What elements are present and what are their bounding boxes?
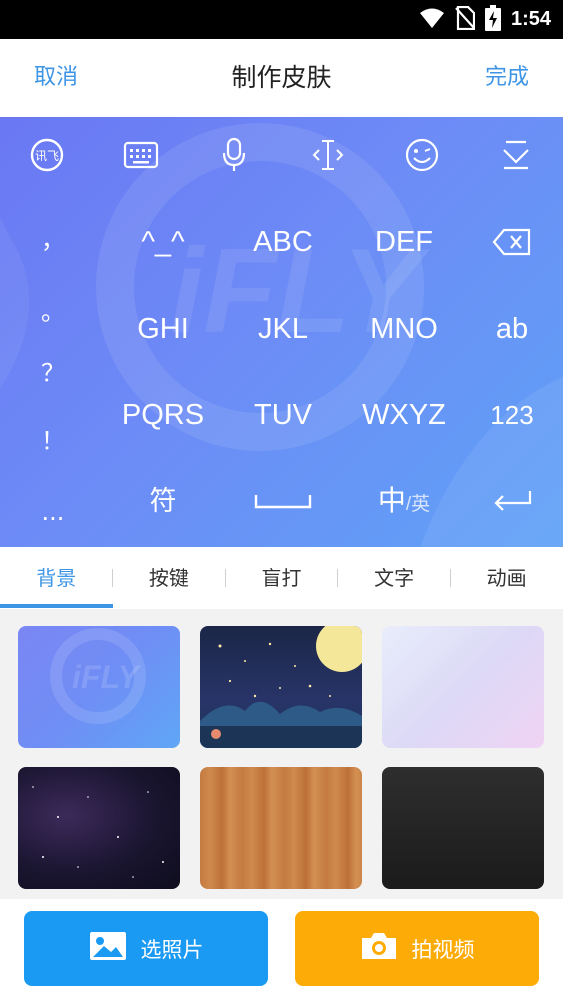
keyboard-icon[interactable] xyxy=(119,133,163,177)
punct-question[interactable]: ？ xyxy=(33,358,73,388)
active-tab-indicator xyxy=(0,604,113,608)
tab-divider xyxy=(337,569,338,587)
status-icons: 1:54 xyxy=(419,0,551,39)
tab-blind-typing[interactable]: 盲打 xyxy=(225,547,338,609)
lang-sub-label: 英 xyxy=(411,494,431,515)
thumbnail-pastel-gradient[interactable] xyxy=(382,626,544,748)
tab-divider xyxy=(450,569,451,587)
thumbnail-watermark: iFLY xyxy=(72,659,142,695)
thumbnail-galaxy[interactable] xyxy=(18,767,180,889)
backspace-icon[interactable] xyxy=(490,220,534,264)
background-gallery: iFLY xyxy=(0,609,563,899)
choose-photo-button[interactable]: 选照片 xyxy=(24,911,268,986)
key-ghi[interactable]: GHI xyxy=(103,309,223,349)
microphone-icon[interactable] xyxy=(212,133,256,177)
thumbnail-night-moon[interactable] xyxy=(200,626,362,748)
bottom-action-bar: 选照片 拍视频 xyxy=(0,899,563,1000)
tab-bar: 背景 按键 盲打 文字 动画 xyxy=(0,547,563,609)
thumbnail-wood[interactable] xyxy=(200,767,362,889)
key-pqrs[interactable]: PQRS xyxy=(103,395,223,435)
tab-text[interactable]: 文字 xyxy=(338,547,451,609)
choose-photo-label: 选照片 xyxy=(140,937,204,962)
thumbnail-dark-metal[interactable] xyxy=(382,767,544,889)
key-ab[interactable]: ab xyxy=(472,309,552,349)
lang-main-label: 中 xyxy=(377,485,406,516)
tab-background[interactable]: 背景 xyxy=(0,547,113,609)
punct-comma[interactable]: ， xyxy=(33,225,73,255)
battery-charging-icon xyxy=(484,4,501,35)
tab-divider xyxy=(225,569,226,587)
tab-animation[interactable]: 动画 xyxy=(450,547,563,609)
key-jkl[interactable]: JKL xyxy=(223,309,343,349)
thumbnail-decoration xyxy=(32,786,164,878)
wifi-icon xyxy=(419,7,445,33)
keyboard-preview: iFLY 讯飞 ， 。 ？ ！ ... ^_^ ABC DEF GHI JKL … xyxy=(0,117,563,547)
record-video-button[interactable]: 拍视频 xyxy=(295,911,539,986)
key-123[interactable]: 123 xyxy=(472,395,552,435)
space-key[interactable] xyxy=(253,479,313,523)
hide-keyboard-icon[interactable] xyxy=(494,133,538,177)
record-video-label: 拍视频 xyxy=(411,937,475,962)
thumbnail-decoration: iFLY xyxy=(50,628,146,724)
header: 取消 制作皮肤 完成 xyxy=(0,39,563,117)
done-button[interactable]: 完成 xyxy=(485,39,529,117)
tab-divider xyxy=(112,569,113,587)
camera-icon xyxy=(360,931,398,966)
status-bar: 1:54 xyxy=(0,0,563,39)
key-mno[interactable]: MNO xyxy=(344,309,464,349)
punct-period[interactable]: 。 xyxy=(33,297,73,327)
punct-exclamation[interactable]: ！ xyxy=(33,426,73,456)
enter-icon[interactable] xyxy=(490,479,534,523)
emoji-icon[interactable] xyxy=(400,133,444,177)
key-tuv[interactable]: TUV xyxy=(223,395,343,435)
tab-keys[interactable]: 按键 xyxy=(113,547,226,609)
status-time: 1:54 xyxy=(510,8,551,30)
thumbnail-default-blue[interactable]: iFLY xyxy=(18,626,180,748)
key-abc[interactable]: ABC xyxy=(223,222,343,262)
cursor-icon[interactable] xyxy=(306,133,350,177)
key-lang-switch[interactable]: 中/英 xyxy=(344,481,464,521)
key-emoticon[interactable]: ^_^ xyxy=(103,222,223,262)
page-title: 制作皮肤 xyxy=(231,63,332,92)
svg-text:讯飞: 讯飞 xyxy=(35,149,59,163)
picture-icon xyxy=(89,931,127,966)
thumbnail-decoration xyxy=(200,626,362,748)
punct-ellipsis[interactable]: ... xyxy=(33,497,73,527)
key-symbols[interactable]: 符 xyxy=(103,481,223,521)
ifly-logo-icon[interactable]: 讯飞 xyxy=(25,133,69,177)
key-wxyz[interactable]: WXYZ xyxy=(344,395,464,435)
key-def[interactable]: DEF xyxy=(344,222,464,262)
no-sim-icon xyxy=(455,5,476,34)
